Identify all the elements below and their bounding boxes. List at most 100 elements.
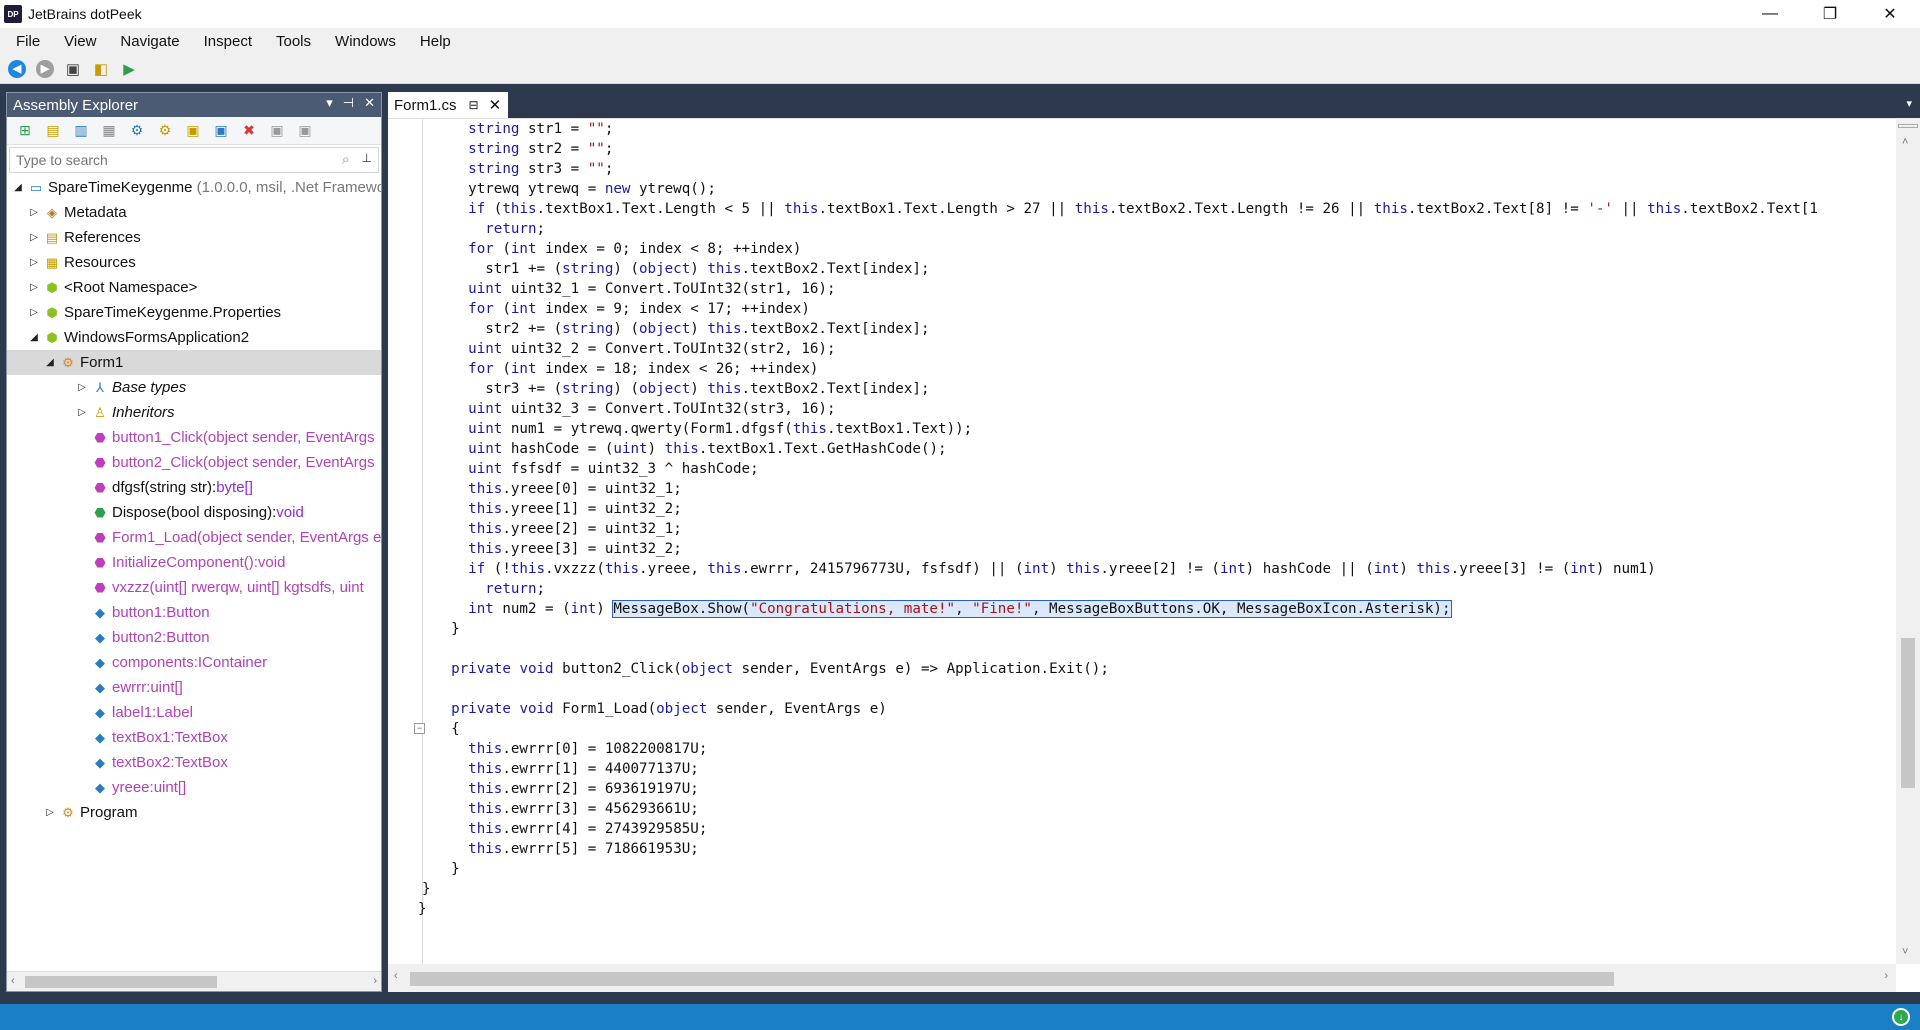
expand-icon[interactable]: ▷: [27, 232, 41, 243]
tree-node-member[interactable]: ◆ button2:Button: [7, 625, 381, 650]
export-icon: ◧: [93, 60, 109, 78]
dropdown-icon[interactable]: ▾: [326, 95, 333, 111]
tree-node-member[interactable]: ⬣ button1_Click(object sender, EventArgs: [7, 425, 381, 450]
tree-label: button2:Button: [112, 629, 210, 646]
fold-icon[interactable]: −: [414, 723, 425, 734]
menu-view[interactable]: View: [52, 33, 108, 50]
expand-icon[interactable]: ▷: [75, 382, 89, 393]
scroll-thumb[interactable]: [1901, 638, 1915, 788]
scroll-left-icon[interactable]: ‹: [11, 975, 15, 987]
tree-node-member[interactable]: ◆ textBox2:TextBox: [7, 750, 381, 775]
export-button[interactable]: ◧: [90, 58, 112, 80]
expand-icon[interactable]: ▷: [27, 307, 41, 318]
menu-windows[interactable]: Windows: [323, 33, 408, 50]
load-list-icon[interactable]: ▣: [209, 120, 233, 142]
back-button[interactable]: ◀: [6, 58, 28, 80]
save-list-icon[interactable]: ▣: [181, 120, 205, 142]
menu-inspect[interactable]: Inspect: [192, 33, 264, 50]
close-button[interactable]: ✕: [1860, 0, 1920, 28]
code-text: this.ewrrr[0] = 1082200817U;: [468, 741, 708, 757]
tree-node-member[interactable]: ◆ yreee:uint[]: [7, 775, 381, 800]
tree-node-base-types[interactable]: ▷ ⅄ Base types: [7, 375, 381, 400]
tree-node-inheritors[interactable]: ▷ ♙ Inheritors: [7, 400, 381, 425]
tab-form1-cs[interactable]: Form1.cs ⊟ ✕: [388, 92, 508, 118]
scroll-right-icon[interactable]: ›: [1884, 970, 1888, 982]
gac-icon[interactable]: ▦: [97, 120, 121, 142]
tab-dropdown-icon[interactable]: ▾: [1906, 97, 1912, 110]
pin-icon[interactable]: ⊣: [343, 95, 354, 111]
search-icon[interactable]: ⌕: [342, 151, 350, 168]
scroll-up-icon[interactable]: ˄: [1902, 136, 1908, 148]
pin-search-icon[interactable]: ⊥: [362, 151, 372, 165]
open-assembly-button[interactable]: ▣: [62, 58, 84, 80]
clear-icon[interactable]: ✖: [237, 120, 261, 142]
forward-button[interactable]: ▶: [34, 58, 56, 80]
inheritors-icon: ♙: [94, 404, 106, 420]
run-button[interactable]: ▶: [118, 58, 140, 80]
tree-node-member[interactable]: ⬣ dfgsf(string str):byte[]: [7, 475, 381, 500]
tree-node-member[interactable]: ◆ button1:Button: [7, 600, 381, 625]
process-icon[interactable]: ⚙: [125, 120, 149, 142]
open-nuget-icon[interactable]: ▥: [69, 120, 93, 142]
tree-node-references[interactable]: ▷ ▤ References: [7, 225, 381, 250]
open-folder-icon[interactable]: ▤: [41, 120, 65, 142]
menu-tools[interactable]: Tools: [264, 33, 323, 50]
tree-node-member[interactable]: ⬣ Form1_Load(object sender, EventArgs e): [7, 525, 381, 550]
tree-node-member[interactable]: ⬣ Dispose(bool disposing):void: [7, 500, 381, 525]
tree-node-program[interactable]: ▷ ⚙ Program: [7, 800, 381, 825]
restore-button[interactable]: ❐: [1800, 0, 1860, 28]
export-project-icon[interactable]: ▣: [265, 120, 289, 142]
expand-icon[interactable]: ▷: [27, 282, 41, 293]
tree-node-member[interactable]: ◆ components:IContainer: [7, 650, 381, 675]
tree-node-properties-namespace[interactable]: ▷ ⬢ SpareTimeKeygenme.Properties: [7, 300, 381, 325]
expand-icon[interactable]: ▷: [27, 207, 41, 218]
collapse-icon[interactable]: ◢: [27, 332, 41, 343]
expand-icon[interactable]: ▷: [43, 807, 57, 818]
menu-navigate[interactable]: Navigate: [108, 33, 191, 50]
scroll-thumb[interactable]: [410, 972, 1614, 986]
code-text: for (int index = 9; index < 17; ++index): [468, 301, 810, 317]
close-tab-icon[interactable]: ✕: [489, 96, 502, 114]
tree-node-member[interactable]: ◆ ewrrr:uint[]: [7, 675, 381, 700]
scroll-down-icon[interactable]: ˅: [1902, 946, 1908, 958]
tree-node-resources[interactable]: ▷ ▦ Resources: [7, 250, 381, 275]
tree-node-member[interactable]: ◆ textBox1:TextBox: [7, 725, 381, 750]
expand-icon[interactable]: ▷: [27, 257, 41, 268]
tree-node-assembly[interactable]: ◢ ▭ SpareTimeKeygenme (1.0.0.0, msil, .N…: [7, 175, 381, 200]
expand-icon[interactable]: ▷: [75, 407, 89, 418]
explorer-horizontal-scrollbar[interactable]: ‹ ›: [7, 971, 381, 991]
tree-label: References: [64, 229, 141, 246]
tree-node-form1[interactable]: ◢ ⚙ Form1: [7, 350, 381, 375]
tree-node-member[interactable]: ⬣ InitializeComponent():void: [7, 550, 381, 575]
menu-file[interactable]: File: [4, 33, 52, 50]
menu-help[interactable]: Help: [408, 33, 463, 50]
tree-node-root-namespace[interactable]: ▷ ⬢ <Root Namespace>: [7, 275, 381, 300]
tree-node-member[interactable]: ⬣ button2_Click(object sender, EventArgs: [7, 450, 381, 475]
tree-node-member[interactable]: ◆ label1:Label: [7, 700, 381, 725]
collapse-icon[interactable]: ◢: [11, 182, 25, 193]
search-input[interactable]: [16, 152, 316, 168]
open-icon[interactable]: ⊞: [13, 120, 37, 142]
selected-code[interactable]: MessageBox.Show("Congratulations, mate!"…: [612, 600, 1452, 618]
collapse-icon[interactable]: ◢: [43, 357, 57, 368]
close-panel-icon[interactable]: ✕: [364, 95, 375, 111]
code-line: if (!this.vxzzz(this.yreee, this.ewrrr, …: [434, 559, 1656, 579]
minimize-button[interactable]: —: [1740, 0, 1800, 28]
code-text: return;: [485, 221, 546, 237]
code-view[interactable]: − string str1 = ""; string str2 = ""; st…: [388, 118, 1896, 964]
editor-vertical-scrollbar[interactable]: ˄ ˅: [1896, 118, 1920, 964]
tree-node-metadata[interactable]: ▷ ◈ Metadata: [7, 200, 381, 225]
tree-label: Base types: [112, 379, 187, 396]
editor-horizontal-scrollbar[interactable]: ‹ ›: [388, 964, 1896, 992]
tree-label: Program: [80, 804, 138, 821]
tree-node-app-namespace[interactable]: ◢ ⬢ WindowsFormsApplication2: [7, 325, 381, 350]
scroll-left-icon[interactable]: ‹: [394, 970, 398, 982]
tree-node-member[interactable]: ⬣ vxzzz(uint[] rwerqw, uint[] kgtsdfs, u…: [7, 575, 381, 600]
scroll-thumb[interactable]: [25, 976, 217, 988]
update-status-icon[interactable]: ↓: [1892, 1008, 1910, 1026]
explore-icon[interactable]: ⚙: [153, 120, 177, 142]
scroll-right-icon[interactable]: ›: [373, 975, 377, 987]
code-line: str2 += (string) (object) this.textBox2.…: [434, 319, 929, 339]
pdb-icon[interactable]: ▣: [293, 120, 317, 142]
pin-tab-icon[interactable]: ⊟: [469, 98, 479, 112]
